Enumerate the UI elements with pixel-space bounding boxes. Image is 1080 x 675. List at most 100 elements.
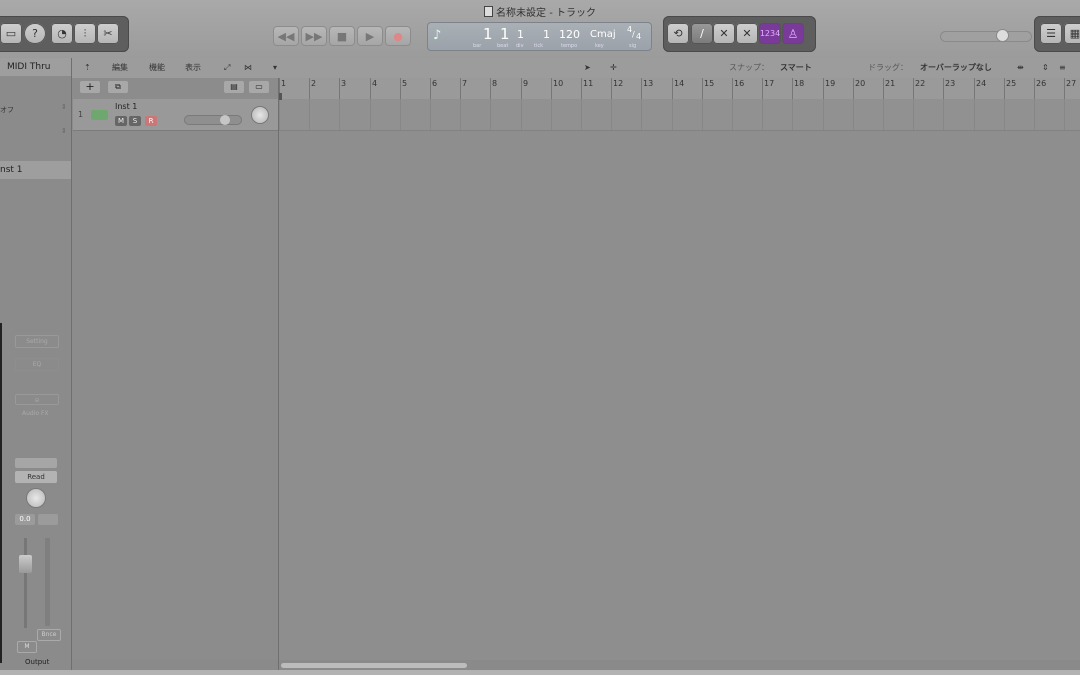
scroll-thumb[interactable] <box>281 663 467 668</box>
cycle-icon[interactable]: ⟲ <box>667 23 689 44</box>
ruler-bar-number: 19 <box>825 79 836 88</box>
filter-icon[interactable]: ▾ <box>273 62 277 74</box>
track-name[interactable]: Inst 1 <box>115 102 137 111</box>
new-folder-icon[interactable]: ⧉ <box>108 81 128 93</box>
playhead-marker[interactable] <box>279 93 282 100</box>
track-volume-knob[interactable] <box>220 115 230 125</box>
track-inspector-header[interactable]: nst 1 <box>0 161 71 179</box>
record-button[interactable]: ● <box>385 26 411 46</box>
metronome-icon[interactable]: ♙ <box>782 23 804 44</box>
lane-grid-line <box>672 99 673 130</box>
tracks-scroll-gutter <box>72 660 278 670</box>
catch-playhead-icon[interactable]: ⤢ <box>224 62 230 74</box>
tracks-area[interactable] <box>279 99 1080 660</box>
lcd-tick: 1 <box>543 28 550 41</box>
ruler-bar-number: 4 <box>372 79 378 88</box>
document-icon <box>484 6 494 17</box>
transpose-stepper[interactable]: ⇕ <box>61 127 67 135</box>
ruler-bar-number: 11 <box>583 79 594 88</box>
view-menu[interactable]: 表示 <box>185 62 201 74</box>
ruler-bar-number: 10 <box>553 79 564 88</box>
zoom-stepper-icon[interactable]: ⇕ <box>1042 62 1049 74</box>
editors-scissors-icon[interactable]: ✂ <box>97 23 119 44</box>
track-pan-knob[interactable] <box>252 107 268 123</box>
solo-button[interactable]: S <box>129 116 141 126</box>
track-lane[interactable] <box>279 99 1080 131</box>
track-number: 1 <box>78 110 84 119</box>
ruler-tick <box>943 78 944 99</box>
lcd-key-label: key <box>595 43 604 49</box>
lane-grid-line <box>1064 99 1065 130</box>
library-icon[interactable]: ▭ <box>0 23 22 44</box>
stop-button[interactable]: ■ <box>329 26 355 46</box>
lane-grid-line <box>460 99 461 130</box>
smart-controls-icon[interactable]: ◔ <box>51 23 73 44</box>
rewind-button[interactable]: ◀◀ <box>273 26 299 46</box>
ruler-bar-number: 20 <box>855 79 866 88</box>
lcd-div-label: div <box>516 43 524 49</box>
region-header[interactable]: MIDI Thru <box>0 58 71 76</box>
lcd-bar-label: bar <box>473 43 482 49</box>
lcd-mode-icon: ♪ <box>433 28 442 43</box>
drag-select[interactable]: オーバーラップなし <box>920 62 992 74</box>
track-headers: + ⧉ ▤ ▭ <box>72 78 279 670</box>
count-in-box-icon[interactable]: ✕ <box>736 23 758 44</box>
ruler-bar-number: 2 <box>311 79 317 88</box>
audio-fx-label: Audio FX <box>22 410 49 417</box>
lane-grid-line <box>521 99 522 130</box>
lcd-display[interactable]: ♪ 1 1 1 1 120 Cmaj 4 / 4 bar beat div ti… <box>427 22 652 51</box>
browser-icon[interactable]: ▦ <box>1064 23 1080 44</box>
function-menu[interactable]: 機能 <box>149 62 165 74</box>
ruler-tick <box>611 78 612 99</box>
automation-read-button[interactable]: Read <box>15 471 57 483</box>
track-volume-slider[interactable] <box>184 115 242 125</box>
channel-strip-edge <box>0 323 2 663</box>
list-editors-icon[interactable]: ☰ <box>1040 23 1062 44</box>
lane-grid-line <box>490 99 491 130</box>
pan-knob[interactable] <box>27 489 45 507</box>
send-slot[interactable] <box>15 458 57 468</box>
solo-icon[interactable]: ✕ <box>713 23 735 44</box>
ruler-tick <box>551 78 552 99</box>
snap-select[interactable]: スマート <box>780 62 812 74</box>
mute-button[interactable]: M <box>115 116 127 126</box>
help-icon[interactable]: ? <box>24 23 46 44</box>
play-button[interactable]: ▶ <box>357 26 383 46</box>
volume-fader-cap[interactable] <box>19 555 32 573</box>
pointer-tool-icon[interactable]: ➤ <box>584 62 591 74</box>
edit-menu[interactable]: 編集 <box>112 62 128 74</box>
master-volume-slider[interactable] <box>940 30 1032 42</box>
lcd-beat: 1 <box>500 25 510 43</box>
record-enable-button[interactable]: R <box>145 116 157 126</box>
horizontal-zoom-icon[interactable]: ≡ <box>1059 62 1066 74</box>
lcd-key: Cmaj <box>590 29 616 40</box>
ruler[interactable]: 1 2 3 4 5 6 7 8 9 10 11 12 13 14 15 16 17 18 19 20 21 22 23 24 2… <box>279 78 1080 100</box>
count-in-button[interactable]: 1234 <box>759 23 781 44</box>
mute-button[interactable]: M <box>17 641 37 653</box>
vertical-zoom-icon[interactable]: ⇼ <box>1017 62 1024 74</box>
master-volume-knob[interactable] <box>997 30 1008 41</box>
secondary-tool-icon[interactable]: ✛ <box>610 62 617 74</box>
setting-button[interactable]: Setting <box>15 335 59 348</box>
horizontal-scrollbar[interactable] <box>279 660 1080 670</box>
forward-button[interactable]: ▶▶ <box>301 26 327 46</box>
eq-button[interactable]: EQ <box>15 358 59 371</box>
volume-fader-track[interactable] <box>24 538 27 628</box>
up-arrow-icon[interactable]: ⇡ <box>84 62 91 74</box>
mixer-icon[interactable]: ⫶ <box>74 23 96 44</box>
zoom-toggle-icon[interactable]: ⋈ <box>244 62 252 74</box>
volume-value[interactable]: 0.0 <box>15 514 35 525</box>
quantize-stepper[interactable]: ⇕ <box>61 103 67 111</box>
track-options-icon[interactable]: ▭ <box>249 81 269 93</box>
tuner-icon[interactable]: ∕ <box>691 23 713 44</box>
lane-grid-line <box>400 99 401 130</box>
peak-value <box>38 514 58 525</box>
bounce-button[interactable]: Bnce <box>37 629 61 641</box>
ruler-bar-number: 22 <box>915 79 926 88</box>
link-icon[interactable]: ⊝ <box>15 394 59 405</box>
track-row[interactable]: 1 Inst 1 M S R <box>73 99 278 131</box>
add-track-button[interactable]: + <box>80 81 100 93</box>
global-tracks-icon[interactable]: ▤ <box>224 81 244 93</box>
lane-grid-line <box>430 99 431 130</box>
ruler-bar-number: 27 <box>1066 79 1077 88</box>
